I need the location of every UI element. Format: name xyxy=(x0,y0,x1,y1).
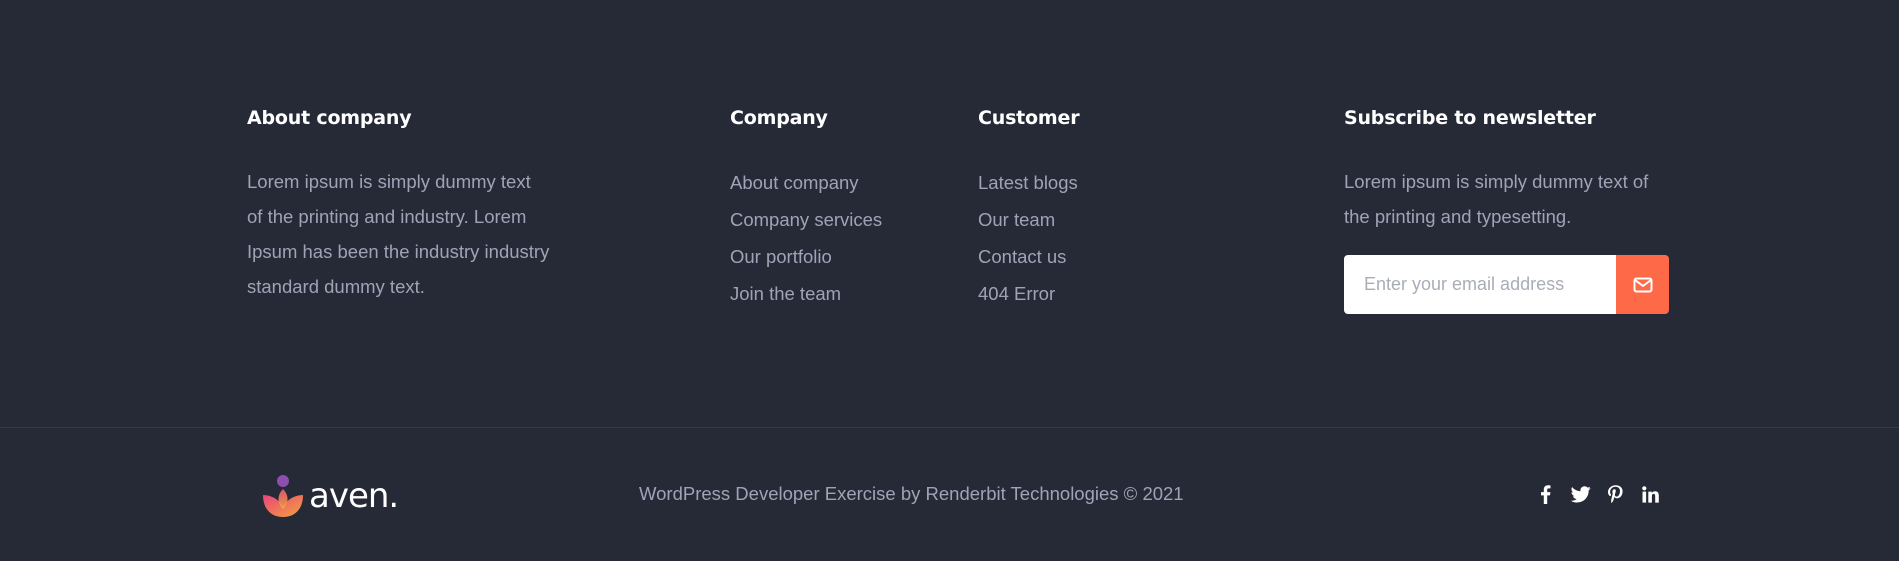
linkedin-link[interactable] xyxy=(1633,482,1668,506)
company-services-link[interactable]: Company services xyxy=(730,209,882,230)
company-link-item: Company services xyxy=(730,201,930,238)
company-link-item: About company xyxy=(730,164,930,201)
email-input[interactable] xyxy=(1344,255,1616,314)
error-404-link[interactable]: 404 Error xyxy=(978,283,1055,304)
footer-bottom: aven. WordPress Developer Exercise by Re… xyxy=(0,428,1899,561)
pinterest-link[interactable] xyxy=(1598,482,1633,506)
facebook-link[interactable] xyxy=(1528,482,1563,506)
newsletter-text-line: Lorem ipsum is simply dummy text of xyxy=(1344,171,1649,192)
about-text-line: Ipsum has been the industry industry xyxy=(247,241,550,262)
customer-column: Customer Latest blogs Our team Contact u… xyxy=(978,106,1178,312)
customer-links: Latest blogs Our team Contact us 404 Err… xyxy=(978,164,1178,312)
company-column: Company About company Company services O… xyxy=(730,106,930,312)
envelope-icon xyxy=(1633,277,1652,292)
customer-heading: Customer xyxy=(978,107,1080,129)
linkedin-icon xyxy=(1642,485,1659,503)
company-links: About company Company services Our portf… xyxy=(730,164,930,312)
about-company-link[interactable]: About company xyxy=(730,172,859,193)
company-link-item: Join the team xyxy=(730,275,930,312)
about-text-line: of the printing and industry. Lorem xyxy=(247,206,527,227)
logo-wordmark: aven. xyxy=(309,476,399,516)
newsletter-column: Subscribe to newsletter Lorem ipsum is s… xyxy=(1344,106,1674,314)
social-links xyxy=(1528,482,1668,506)
company-heading: Company xyxy=(730,107,828,129)
our-portfolio-link[interactable]: Our portfolio xyxy=(730,246,832,267)
facebook-icon xyxy=(1541,484,1551,504)
join-the-team-link[interactable]: Join the team xyxy=(730,283,841,304)
customer-link-item: Latest blogs xyxy=(978,164,1178,201)
about-text-line: standard dummy text. xyxy=(247,276,425,297)
about-text-line: Lorem ipsum is simply dummy text xyxy=(247,171,531,192)
site-footer: About company Lorem ipsum is simply dumm… xyxy=(0,0,1899,561)
brand-logo[interactable]: aven. xyxy=(261,472,399,520)
newsletter-text: Lorem ipsum is simply dummy text of the … xyxy=(1344,164,1674,234)
about-company-text: Lorem ipsum is simply dummy text of the … xyxy=(247,164,577,304)
twitter-link[interactable] xyxy=(1563,482,1598,506)
customer-link-item: Contact us xyxy=(978,238,1178,275)
newsletter-form xyxy=(1344,255,1669,314)
lotus-logo-icon xyxy=(263,475,303,517)
twitter-icon xyxy=(1570,485,1591,502)
about-company-column: About company Lorem ipsum is simply dumm… xyxy=(247,106,577,304)
pinterest-icon xyxy=(1608,484,1623,503)
footer-top: About company Lorem ipsum is simply dumm… xyxy=(0,0,1899,427)
company-link-item: Our portfolio xyxy=(730,238,930,275)
copyright-text: WordPress Developer Exercise by Renderbi… xyxy=(639,483,1184,504)
our-team-link[interactable]: Our team xyxy=(978,209,1055,230)
newsletter-text-line: the printing and typesetting. xyxy=(1344,206,1572,227)
contact-us-link[interactable]: Contact us xyxy=(978,246,1066,267)
about-company-heading: About company xyxy=(247,107,412,129)
subscribe-button[interactable] xyxy=(1616,255,1669,314)
customer-link-item: 404 Error xyxy=(978,275,1178,312)
newsletter-heading: Subscribe to newsletter xyxy=(1344,107,1596,129)
latest-blogs-link[interactable]: Latest blogs xyxy=(978,172,1078,193)
customer-link-item: Our team xyxy=(978,201,1178,238)
